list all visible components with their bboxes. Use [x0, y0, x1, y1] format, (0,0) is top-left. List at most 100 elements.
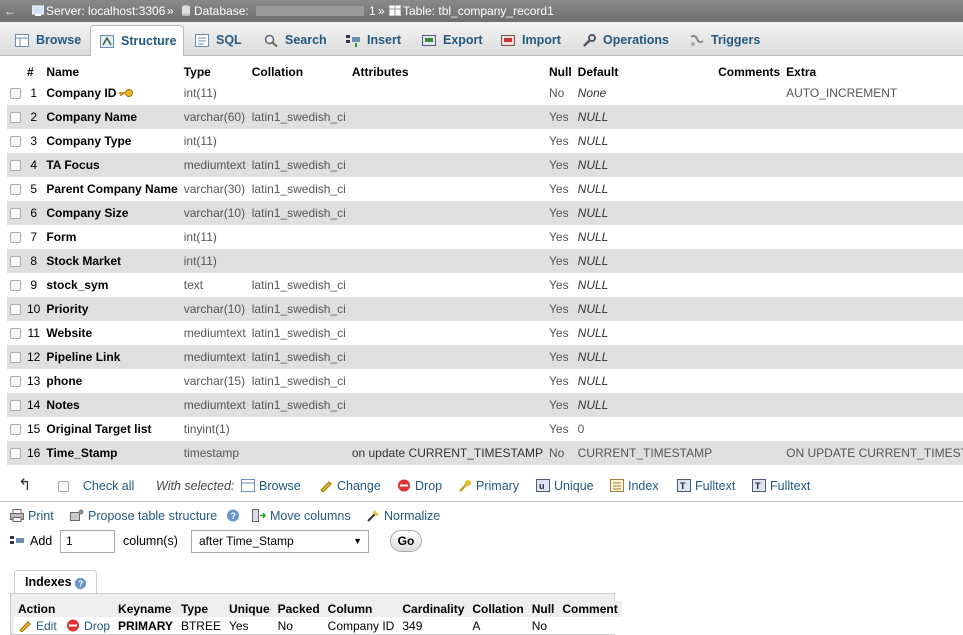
- indexes-title[interactable]: Indexes ?: [14, 570, 97, 594]
- row-checkbox[interactable]: [10, 112, 21, 124]
- check-all[interactable]: Check all: [58, 479, 134, 493]
- column-collation: [248, 249, 349, 273]
- tab-search[interactable]: Search: [255, 25, 333, 56]
- column-count-input[interactable]: 1: [60, 530, 115, 553]
- row-checkbox[interactable]: [10, 208, 21, 220]
- index-header-action: Action: [14, 601, 115, 617]
- print-link[interactable]: Print: [10, 509, 54, 523]
- column-extra: [783, 369, 963, 393]
- row-checkbox[interactable]: [10, 256, 21, 268]
- col-header-default[interactable]: Default: [574, 63, 716, 81]
- index-edit-link[interactable]: Edit: [18, 619, 57, 633]
- row-checkbox[interactable]: [10, 88, 21, 100]
- tab-import[interactable]: Import: [492, 25, 570, 56]
- column-collation: latin1_swedish_ci: [248, 321, 349, 345]
- column-default: NULL: [574, 345, 716, 369]
- bulk-fulltext-button[interactable]: T Fulltext: [677, 479, 735, 493]
- column-name: Company Name: [43, 105, 181, 129]
- column-comments: [715, 273, 784, 297]
- index-drop-link[interactable]: Drop: [66, 619, 110, 633]
- print-icon: [10, 509, 24, 522]
- index-type: BTREE: [176, 617, 225, 634]
- svg-text:?: ?: [230, 511, 236, 521]
- row-checkbox[interactable]: [10, 184, 21, 196]
- row-checkbox[interactable]: [10, 136, 21, 148]
- col-header-num[interactable]: #: [24, 63, 44, 81]
- column-position-select[interactable]: after Time_Stamp ▼: [191, 530, 369, 553]
- move-columns-link[interactable]: Move columns: [252, 509, 351, 523]
- help-icon[interactable]: ?: [74, 577, 87, 590]
- column-collation: latin1_swedish_ci: [248, 177, 349, 201]
- table-row: 7 Form int(11) Yes NULL: [7, 225, 963, 249]
- row-checkbox-cell: [7, 177, 24, 201]
- row-checkbox[interactable]: [10, 424, 21, 436]
- tab-sql[interactable]: SQL: [186, 25, 250, 56]
- column-name: Priority: [43, 297, 181, 321]
- bulk-change-button[interactable]: Change: [319, 479, 381, 493]
- browse-icon: [15, 34, 29, 47]
- col-header-null[interactable]: Null: [546, 63, 575, 81]
- column-null: Yes: [546, 273, 575, 297]
- column-extra: ON UPDATE CURRENT_TIMESTAMP: [783, 441, 963, 465]
- row-checkbox-cell: [7, 441, 24, 465]
- col-header-type[interactable]: Type: [180, 63, 249, 81]
- help-icon[interactable]: ?: [226, 509, 240, 522]
- column-type: mediumtext: [180, 393, 249, 417]
- row-checkbox[interactable]: [10, 400, 21, 412]
- breadcrumb-database-suffix: 1: [369, 4, 376, 18]
- tab-structure[interactable]: Structure: [90, 25, 184, 56]
- breadcrumb-server[interactable]: Server: localhost:3306: [32, 0, 165, 22]
- index-icon: [610, 479, 624, 492]
- column-type: int(11): [180, 129, 249, 153]
- tab-insert[interactable]: Insert: [337, 25, 409, 56]
- row-checkbox[interactable]: [10, 448, 21, 460]
- row-number: 1: [24, 81, 44, 105]
- column-collation: [248, 417, 349, 441]
- row-checkbox[interactable]: [10, 352, 21, 364]
- column-attributes: [348, 297, 546, 321]
- column-null: No: [546, 441, 575, 465]
- go-button[interactable]: Go: [390, 530, 422, 552]
- tab-browse[interactable]: Browse: [6, 25, 88, 56]
- propose-structure-link[interactable]: Propose table structure ?: [70, 509, 244, 523]
- column-default: NULL: [574, 297, 716, 321]
- column-null: No: [546, 81, 575, 105]
- col-header-attributes[interactable]: Attributes: [348, 63, 546, 81]
- col-header-extra[interactable]: Extra: [783, 63, 963, 81]
- check-all-checkbox[interactable]: [58, 481, 69, 493]
- row-checkbox[interactable]: [10, 232, 21, 244]
- row-number: 6: [24, 201, 44, 225]
- breadcrumb-database[interactable]: Database:: [180, 0, 249, 22]
- tab-operations[interactable]: Operations: [573, 25, 677, 56]
- row-checkbox[interactable]: [10, 160, 21, 172]
- table-row: 10 Priority varchar(10) latin1_swedish_ci Ye…: [7, 297, 963, 321]
- column-collation: latin1_swedish_ci: [248, 273, 349, 297]
- column-type: int(11): [180, 81, 249, 105]
- column-default: 0: [574, 417, 716, 441]
- col-header-collation[interactable]: Collation: [248, 63, 349, 81]
- breadcrumb-table[interactable]: Table: tbl_company_record1: [389, 0, 554, 22]
- row-checkbox[interactable]: [10, 376, 21, 388]
- bulk-browse-button[interactable]: Browse: [241, 479, 301, 493]
- row-checkbox[interactable]: [10, 280, 21, 292]
- bulk-unique-button[interactable]: u Unique: [536, 479, 594, 493]
- bulk-index-button[interactable]: Index: [610, 479, 659, 493]
- row-checkbox[interactable]: [10, 328, 21, 340]
- column-null: Yes: [546, 129, 575, 153]
- index-column: Company ID: [323, 617, 399, 634]
- column-default: NULL: [574, 225, 716, 249]
- bulk-drop-button[interactable]: Drop: [397, 479, 442, 493]
- col-header-comments[interactable]: Comments: [715, 63, 784, 81]
- col-header-name[interactable]: Name: [43, 63, 181, 81]
- bulk-primary-button[interactable]: Primary: [458, 479, 519, 493]
- column-default: NULL: [574, 249, 716, 273]
- bulk-fulltext-button-2[interactable]: T Fulltext: [752, 479, 810, 493]
- back-arrow-icon[interactable]: ←: [4, 0, 16, 22]
- column-attributes: [348, 201, 546, 225]
- tab-triggers[interactable]: Triggers: [681, 25, 767, 56]
- export-icon: [422, 35, 436, 46]
- tab-export[interactable]: Export: [413, 25, 491, 56]
- row-checkbox[interactable]: [10, 304, 21, 316]
- column-type: int(11): [180, 249, 249, 273]
- normalize-link[interactable]: Normalize: [366, 509, 440, 523]
